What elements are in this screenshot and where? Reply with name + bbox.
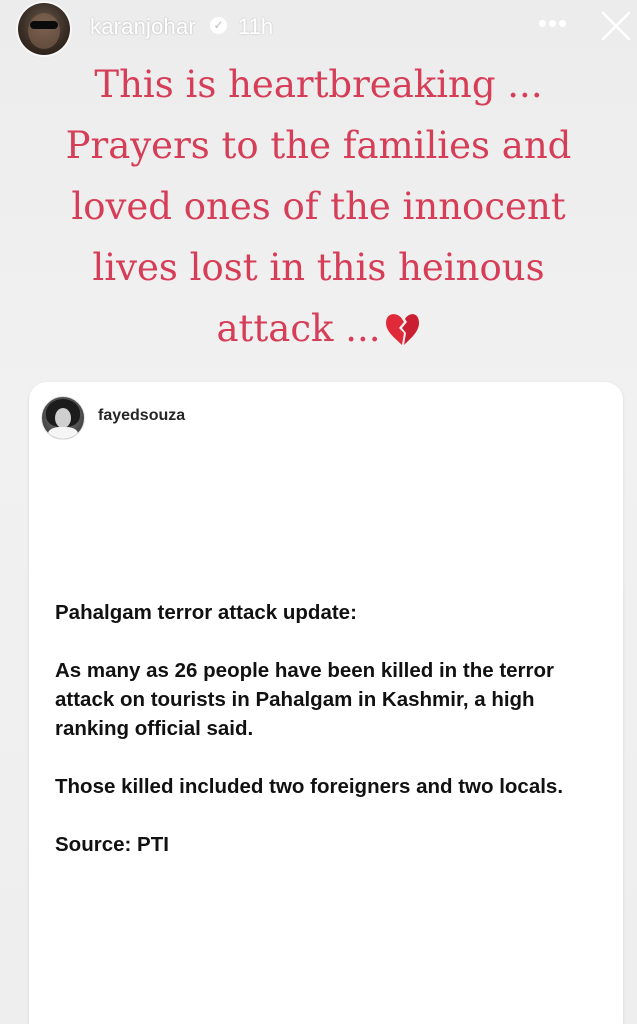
caption-text: This is heartbreaking ... Prayers to the… xyxy=(65,63,572,350)
broken-heart-icon xyxy=(383,304,421,345)
shared-post-card[interactable]: fayedsouza Pahalgam terror attack update… xyxy=(29,382,623,1024)
post-paragraph: As many as 26 people have been killed in… xyxy=(55,659,555,740)
close-icon[interactable] xyxy=(600,10,632,42)
post-paragraph: Those killed included two foreigners and… xyxy=(55,775,564,798)
story-header: karanjohar ✓ 11h ••• xyxy=(0,0,637,56)
avatar-shirt xyxy=(48,427,78,439)
story-view: karanjohar ✓ 11h ••• This is heartbreaki… xyxy=(0,0,637,1024)
story-timestamp: 11h xyxy=(238,14,274,39)
more-options-icon[interactable]: ••• xyxy=(535,10,571,40)
profile-avatar[interactable] xyxy=(18,3,70,55)
post-source: Source: PTI xyxy=(55,833,169,856)
post-headline: Pahalgam terror attack update: xyxy=(55,601,357,624)
story-caption: This is heartbreaking ... Prayers to the… xyxy=(40,54,597,359)
avatar-glasses xyxy=(30,21,58,29)
verified-badge-icon: ✓ xyxy=(210,17,227,34)
avatar-face xyxy=(28,13,60,49)
post-body: Pahalgam terror attack update: As many a… xyxy=(55,598,605,888)
post-author-username[interactable]: fayedsouza xyxy=(98,407,185,425)
story-username[interactable]: karanjohar xyxy=(90,14,196,40)
avatar-face xyxy=(55,408,71,428)
post-author-avatar[interactable] xyxy=(41,396,85,440)
